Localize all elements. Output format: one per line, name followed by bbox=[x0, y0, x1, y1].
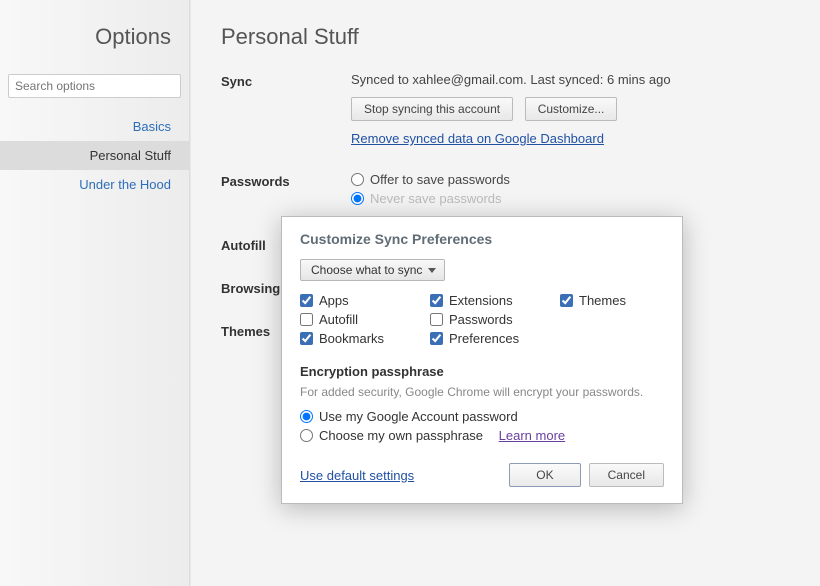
encryption-heading: Encryption passphrase bbox=[300, 364, 664, 379]
check-extensions[interactable]: Extensions bbox=[430, 293, 560, 308]
check-themes-input[interactable] bbox=[560, 294, 573, 307]
check-apps[interactable]: Apps bbox=[300, 293, 430, 308]
chevron-down-icon bbox=[428, 268, 436, 273]
check-passwords-label: Passwords bbox=[449, 312, 513, 327]
sync-scope-dropdown-label: Choose what to sync bbox=[311, 263, 422, 277]
check-autofill-input[interactable] bbox=[300, 313, 313, 326]
check-apps-input[interactable] bbox=[300, 294, 313, 307]
check-extensions-input[interactable] bbox=[430, 294, 443, 307]
sync-data-types: Apps Extensions Themes Autofill Password… bbox=[300, 293, 664, 346]
check-preferences-input[interactable] bbox=[430, 332, 443, 345]
customize-sync-dialog: Customize Sync Preferences Choose what t… bbox=[281, 216, 683, 504]
use-default-settings-link[interactable]: Use default settings bbox=[300, 468, 414, 483]
dialog-overlay: Customize Sync Preferences Choose what t… bbox=[0, 0, 820, 586]
check-bookmarks-label: Bookmarks bbox=[319, 331, 384, 346]
radio-google-password[interactable] bbox=[300, 410, 313, 423]
radio-own-passphrase-label: Choose my own passphrase bbox=[319, 428, 483, 443]
check-bookmarks-input[interactable] bbox=[300, 332, 313, 345]
learn-more-link[interactable]: Learn more bbox=[499, 428, 565, 443]
radio-own-passphrase[interactable] bbox=[300, 429, 313, 442]
encryption-options: Use my Google Account password Choose my… bbox=[300, 409, 664, 443]
check-extensions-label: Extensions bbox=[449, 293, 513, 308]
dialog-footer: Use default settings OK Cancel bbox=[300, 463, 664, 487]
check-preferences[interactable]: Preferences bbox=[430, 331, 560, 346]
radio-google-password-label: Use my Google Account password bbox=[319, 409, 518, 424]
check-themes-label: Themes bbox=[579, 293, 626, 308]
ok-button[interactable]: OK bbox=[509, 463, 580, 487]
check-bookmarks[interactable]: Bookmarks bbox=[300, 331, 430, 346]
check-passwords-input[interactable] bbox=[430, 313, 443, 326]
check-themes[interactable]: Themes bbox=[560, 293, 670, 308]
cancel-button[interactable]: Cancel bbox=[589, 463, 664, 487]
check-autofill[interactable]: Autofill bbox=[300, 312, 430, 327]
check-passwords[interactable]: Passwords bbox=[430, 312, 560, 327]
check-autofill-label: Autofill bbox=[319, 312, 358, 327]
check-preferences-label: Preferences bbox=[449, 331, 519, 346]
sync-scope-dropdown[interactable]: Choose what to sync bbox=[300, 259, 445, 281]
dialog-title: Customize Sync Preferences bbox=[300, 231, 664, 247]
encryption-description: For added security, Google Chrome will e… bbox=[300, 385, 664, 399]
check-apps-label: Apps bbox=[319, 293, 349, 308]
